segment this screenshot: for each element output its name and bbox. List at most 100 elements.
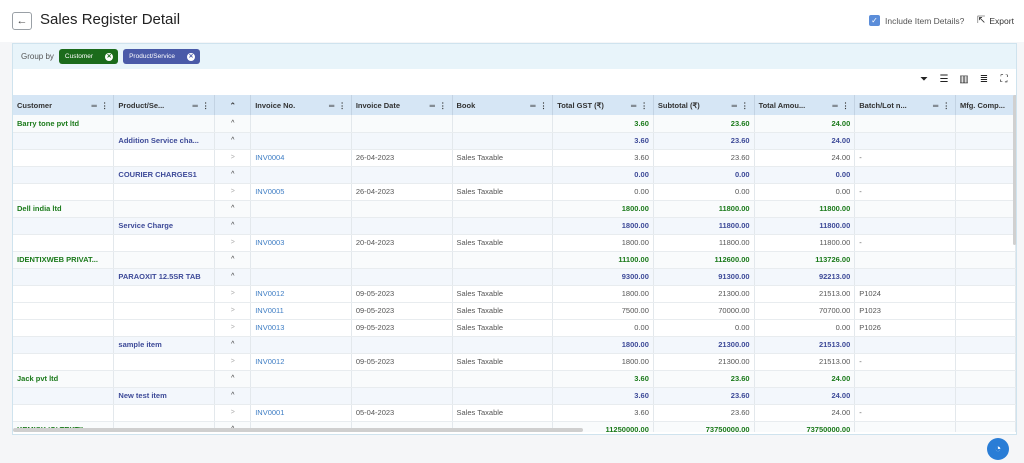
collapse-chevron-icon[interactable]: ^ [214, 200, 252, 218]
expand-chevron-icon[interactable]: > [214, 404, 252, 422]
chat-help-button[interactable]: ◔ [987, 438, 1009, 460]
table-row[interactable]: > INV0012 09-05-2023 Sales Taxable 1800.00 21… [13, 353, 1016, 371]
group-chip-product-service[interactable]: Product/Service ✕ [123, 49, 200, 64]
product-group-row[interactable]: Service Charge ^ 1800.00 11800.00 11800.00 [13, 217, 1016, 235]
table-cell [452, 370, 554, 388]
table-row[interactable]: > INV0011 09-05-2023 Sales Taxable 7500.00 70… [13, 302, 1016, 320]
invoice-link[interactable]: INV0001 [250, 404, 352, 422]
column-header[interactable]: Total GST (₹) ═ ⋮ [552, 95, 654, 115]
column-menu-icon[interactable]: ═ ⋮ [832, 101, 850, 110]
product-group-row[interactable]: COURIER CHARGES1 ^ 0.00 0.00 0.00 [13, 166, 1016, 184]
column-menu-icon[interactable]: ═ ⋮ [631, 101, 649, 110]
customer-group-row[interactable]: Jack pvt ltd ^ 3.60 23.60 24.00 [13, 370, 1016, 388]
invoice-link[interactable] [250, 200, 352, 218]
invoice-link[interactable]: INV0004 [250, 149, 352, 167]
column-menu-icon[interactable]: ═ ⋮ [92, 101, 110, 110]
expand-chevron-icon[interactable]: > [214, 302, 252, 320]
collapse-chevron-icon[interactable]: ^ [214, 115, 252, 133]
invoice-link[interactable]: INV0012 [250, 285, 352, 303]
column-header[interactable]: Mfg. Comp... [955, 95, 1016, 115]
invoice-link[interactable] [250, 268, 352, 286]
customer-cell [13, 234, 115, 252]
table-row[interactable]: > INV0003 20-04-2023 Sales Taxable 1800.00 11… [13, 234, 1016, 252]
collapse-chevron-icon[interactable]: ^ [214, 217, 252, 235]
column-header[interactable]: Book ═ ⋮ [452, 95, 554, 115]
invoice-link[interactable] [250, 217, 352, 235]
table-row[interactable]: > INV0004 26-04-2023 Sales Taxable 3.60 23.60… [13, 149, 1016, 167]
column-menu-icon[interactable]: ═ ⋮ [732, 101, 750, 110]
invoice-link[interactable] [250, 166, 352, 184]
export-button[interactable]: ⇱ Export [977, 15, 1014, 26]
column-header[interactable]: Total Amou... ═ ⋮ [754, 95, 856, 115]
collapse-chevron-icon[interactable]: ^ [214, 387, 252, 405]
column-header[interactable]: ⌃ [214, 95, 252, 115]
collapse-chevron-icon[interactable]: ^ [214, 336, 252, 354]
product-group-row[interactable]: sample item ^ 1800.00 21300.00 21513.00 [13, 336, 1016, 354]
table-cell [955, 183, 1016, 201]
table-cell: P1024 [854, 285, 956, 303]
collapse-chevron-icon[interactable]: ^ [214, 268, 252, 286]
include-item-details-toggle[interactable]: ✓ Include Item Details? [869, 15, 964, 26]
column-menu-icon[interactable]: ═ ⋮ [430, 101, 448, 110]
expand-chevron-icon[interactable]: > [214, 234, 252, 252]
filter-icon[interactable]: ⏷ [918, 74, 930, 85]
product-group-row[interactable]: PARAOXIT 12.5SR TAB ^ 9300.00 91300.00 92213… [13, 268, 1016, 286]
table-cell [854, 200, 956, 218]
customer-group-row[interactable]: Barry tone pvt ltd ^ 3.60 23.60 24.00 [13, 115, 1016, 133]
invoice-link[interactable]: INV0011 [250, 302, 352, 320]
expand-chevron-icon[interactable]: > [214, 149, 252, 167]
table-row[interactable]: > INV0005 26-04-2023 Sales Taxable 0.00 0.00 0… [13, 183, 1016, 201]
invoice-link[interactable] [250, 251, 352, 269]
close-icon[interactable]: ✕ [105, 52, 114, 61]
column-header[interactable]: Invoice No. ═ ⋮ [250, 95, 352, 115]
fullscreen-icon[interactable]: ⛶ [998, 74, 1010, 85]
product-group-row[interactable]: New test item ^ 3.60 23.60 24.00 [13, 387, 1016, 405]
invoice-link[interactable]: INV0013 [250, 319, 352, 337]
back-button[interactable]: ← [12, 12, 32, 30]
invoice-link[interactable]: INV0003 [250, 234, 352, 252]
column-header[interactable]: Subtotal (₹) ═ ⋮ [653, 95, 755, 115]
table-row[interactable]: > INV0001 05-04-2023 Sales Taxable 3.60 23.60… [13, 404, 1016, 422]
density-icon[interactable]: ≣ [978, 74, 990, 85]
table-row[interactable]: > INV0013 09-05-2023 Sales Taxable 0.00 0.00 0… [13, 319, 1016, 337]
column-menu-icon[interactable]: ═ ⋮ [329, 101, 347, 110]
amount-cell: 3.60 [552, 149, 654, 167]
invoice-link[interactable] [250, 336, 352, 354]
table-cell [955, 285, 1016, 303]
column-menu-icon[interactable]: ═ ⋮ [933, 101, 951, 110]
column-header[interactable]: Product/Se... ═ ⋮ [113, 95, 216, 115]
sort-icon[interactable]: ☰ [938, 74, 950, 85]
collapse-chevron-icon[interactable]: ^ [214, 251, 252, 269]
expand-chevron-icon[interactable]: > [214, 183, 252, 201]
table-cell: 09-05-2023 [351, 285, 453, 303]
column-header[interactable]: Batch/Lot n... ═ ⋮ [854, 95, 956, 115]
collapse-chevron-icon[interactable]: ^ [214, 370, 252, 388]
checkbox-checked-icon[interactable]: ✓ [869, 15, 880, 26]
invoice-link[interactable]: INV0012 [250, 353, 352, 371]
column-menu-icon[interactable]: ═ ⋮ [530, 101, 548, 110]
invoice-link[interactable] [250, 115, 352, 133]
invoice-link[interactable]: INV0005 [250, 183, 352, 201]
collapse-chevron-icon[interactable]: ^ [214, 166, 252, 184]
invoice-link[interactable] [250, 370, 352, 388]
expand-chevron-icon[interactable]: > [214, 285, 252, 303]
group-chip-customer[interactable]: Customer ✕ [58, 49, 119, 64]
product-group-row[interactable]: Addition Service cha... ^ 3.60 23.60 24.00 [13, 132, 1016, 150]
column-menu-icon[interactable]: ═ ⋮ [192, 101, 210, 110]
collapse-chevron-icon[interactable]: ^ [214, 132, 252, 150]
invoice-link[interactable] [250, 132, 352, 150]
customer-group-row[interactable]: IDENTIXWEB PRIVAT... ^ 11100.00 112600.00 11… [13, 251, 1016, 269]
column-header[interactable]: Customer ═ ⋮ [13, 95, 115, 115]
expand-chevron-icon[interactable]: > [214, 353, 252, 371]
column-header[interactable]: Invoice Date ═ ⋮ [351, 95, 453, 115]
customer-group-row[interactable]: Dell india ltd ^ 1800.00 11800.00 11800.00 [13, 200, 1016, 218]
close-icon[interactable]: ✕ [186, 52, 195, 61]
amount-cell: 3.60 [552, 132, 654, 150]
invoice-link[interactable] [250, 387, 352, 405]
expand-chevron-icon[interactable]: > [214, 319, 252, 337]
columns-icon[interactable]: ▥ [958, 74, 970, 85]
amount-cell: 21513.00 [754, 285, 856, 303]
table-row[interactable]: > INV0012 09-05-2023 Sales Taxable 1800.00 21… [13, 285, 1016, 303]
horizontal-scrollbar[interactable] [13, 428, 583, 432]
vertical-scrollbar[interactable] [1013, 95, 1016, 245]
